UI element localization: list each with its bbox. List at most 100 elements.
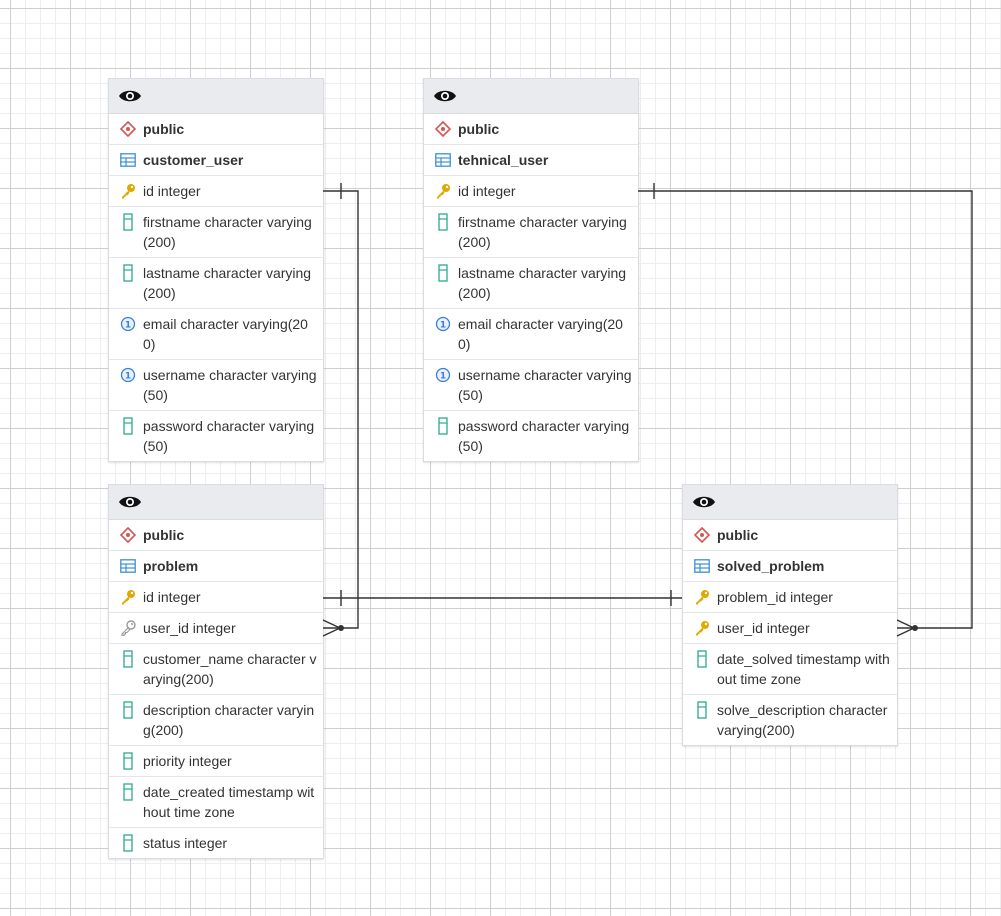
table-icon: [119, 150, 137, 170]
relation-customer-user-to-problem: [322, 183, 359, 637]
unique-icon: 1: [434, 365, 452, 385]
schema-name: public: [143, 121, 185, 137]
column-label: customer_name character varying(200): [143, 651, 317, 687]
column-row[interactable]: firstname character varying(200): [424, 207, 638, 258]
column-row[interactable]: customer_name character varying(200): [109, 644, 323, 695]
column-row[interactable]: description character varying(200): [109, 695, 323, 746]
table-header[interactable]: [109, 79, 323, 114]
column-row[interactable]: 1 email character varying(200): [424, 309, 638, 360]
table-name: solved_problem: [717, 558, 825, 574]
column-label: password character varying(50): [143, 418, 315, 454]
schema-icon: [434, 119, 452, 139]
schema-row: public: [683, 520, 897, 551]
column-label: password character varying(50): [458, 418, 630, 454]
unique-icon: 1: [434, 314, 452, 334]
column-row[interactable]: user_id integer: [683, 613, 897, 644]
column-row[interactable]: firstname character varying(200): [109, 207, 323, 258]
erd-canvas[interactable]: public customer_user id integer firstnam…: [0, 0, 1001, 916]
column-row[interactable]: id integer: [109, 582, 323, 613]
many-marker: [322, 619, 341, 637]
column-label: id integer: [143, 589, 201, 605]
table-header[interactable]: [683, 485, 897, 520]
column-label: lastname character varying(200): [458, 265, 627, 301]
table-name-row: tehnical_user: [424, 145, 638, 176]
column-icon: [693, 649, 711, 669]
column-row[interactable]: password character varying(50): [424, 411, 638, 461]
primary-key-icon: [434, 181, 452, 201]
column-row[interactable]: 1 email character varying(200): [109, 309, 323, 360]
relation-problem-to-solved-problem: [323, 590, 682, 606]
column-row[interactable]: date_solved timestamp without time zone: [683, 644, 897, 695]
column-label: username character varying(50): [143, 367, 317, 403]
column-icon: [693, 700, 711, 720]
many-marker: [896, 619, 915, 637]
schema-name: public: [143, 527, 185, 543]
column-row[interactable]: 1 username character varying(50): [109, 360, 323, 411]
schema-name: public: [458, 121, 500, 137]
schema-icon: [119, 119, 137, 139]
column-icon: [119, 649, 137, 669]
column-row[interactable]: solve_description character varying(200): [683, 695, 897, 745]
column-row[interactable]: 1 username character varying(50): [424, 360, 638, 411]
column-label: description character varying(200): [143, 702, 315, 738]
column-row[interactable]: user_id integer: [109, 613, 323, 644]
schema-row: public: [424, 114, 638, 145]
foreign-key-icon: [119, 618, 137, 638]
table-name-row: problem: [109, 551, 323, 582]
svg-text:1: 1: [440, 372, 446, 382]
schema-row: public: [109, 520, 323, 551]
table-solved-problem[interactable]: public solved_problem problem_id integer…: [682, 484, 898, 746]
svg-text:1: 1: [440, 321, 446, 331]
column-icon: [119, 782, 137, 802]
eye-icon[interactable]: [432, 86, 458, 106]
column-icon: [119, 263, 137, 283]
column-row[interactable]: priority integer: [109, 746, 323, 777]
column-label: problem_id integer: [717, 589, 833, 605]
table-icon: [119, 556, 137, 576]
primary-key-icon: [693, 618, 711, 638]
column-label: firstname character varying(200): [143, 214, 312, 250]
column-label: lastname character varying(200): [143, 265, 312, 301]
unique-icon: 1: [119, 314, 137, 334]
primary-key-icon: [119, 181, 137, 201]
column-label: email character varying(200): [143, 316, 308, 352]
table-name: problem: [143, 558, 199, 574]
table-name: customer_user: [143, 152, 244, 168]
column-row[interactable]: id integer: [109, 176, 323, 207]
table-tehnical-user[interactable]: public tehnical_user id integer firstnam…: [423, 78, 639, 462]
column-label: date_created timestamp without time zone: [143, 784, 315, 820]
column-row[interactable]: problem_id integer: [683, 582, 897, 613]
column-label: id integer: [143, 183, 201, 199]
column-label: priority integer: [143, 753, 232, 769]
table-header[interactable]: [109, 485, 323, 520]
primary-key-icon: [119, 587, 137, 607]
column-row[interactable]: date_created timestamp without time zone: [109, 777, 323, 828]
schema-icon: [693, 525, 711, 545]
column-label: status integer: [143, 835, 228, 851]
column-row[interactable]: status integer: [109, 828, 323, 858]
column-label: solve_description character varying(200): [717, 702, 888, 738]
column-icon: [119, 212, 137, 232]
svg-text:1: 1: [125, 372, 131, 382]
table-problem[interactable]: public problem id integer user_id intege…: [108, 484, 324, 859]
column-label: email character varying(200): [458, 316, 623, 352]
column-icon: [119, 833, 137, 853]
table-customer-user[interactable]: public customer_user id integer firstnam…: [108, 78, 324, 462]
column-row[interactable]: lastname character varying(200): [109, 258, 323, 309]
eye-icon[interactable]: [117, 492, 143, 512]
eye-icon[interactable]: [691, 492, 717, 512]
column-label: firstname character varying(200): [458, 214, 627, 250]
table-header[interactable]: [424, 79, 638, 114]
column-label: date_solved timestamp without time zone: [717, 651, 890, 687]
table-icon: [434, 150, 452, 170]
column-row[interactable]: lastname character varying(200): [424, 258, 638, 309]
table-icon: [693, 556, 711, 576]
column-row[interactable]: password character varying(50): [109, 411, 323, 461]
schema-name: public: [717, 527, 759, 543]
eye-icon[interactable]: [117, 86, 143, 106]
schema-row: public: [109, 114, 323, 145]
column-row[interactable]: id integer: [424, 176, 638, 207]
column-icon: [119, 700, 137, 720]
column-icon: [434, 416, 452, 436]
many-marker-dot: [912, 625, 918, 631]
